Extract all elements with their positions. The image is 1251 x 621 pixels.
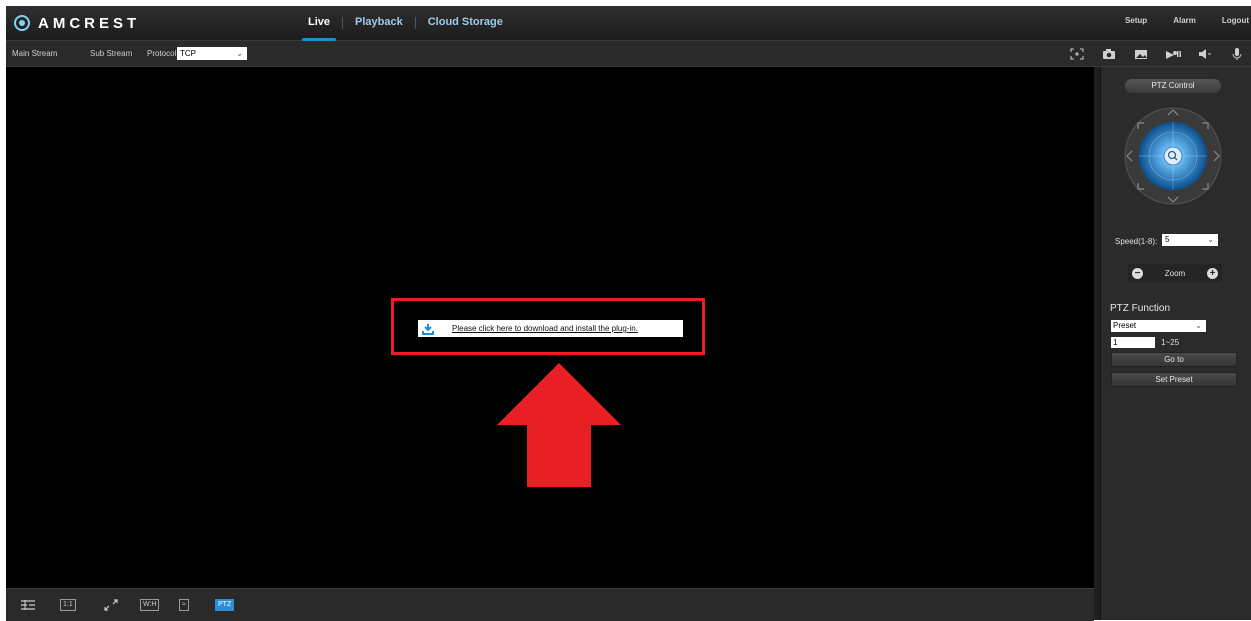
zoom-out-icon[interactable]: − bbox=[1132, 267, 1143, 279]
protocol-select[interactable]: TCP ⌄ bbox=[177, 47, 247, 60]
set-preset-button[interactable]: Set Preset bbox=[1111, 372, 1237, 387]
chevron-down-icon: ⌄ bbox=[236, 49, 243, 58]
download-icon bbox=[418, 323, 438, 335]
video-bottom-bar: 1:1 W:H ≈ PTZ bbox=[6, 588, 1094, 621]
top-bar: AMCREST Live Playback Cloud Storage Setu… bbox=[6, 6, 1251, 41]
stream-toolbar: Main Stream Sub Stream Protocol TCP ⌄ bbox=[6, 41, 1251, 67]
logo-text: AMCREST bbox=[38, 14, 141, 32]
goto-preset-button[interactable]: Go to bbox=[1111, 352, 1237, 367]
ptz-toggle-button[interactable]: PTZ bbox=[215, 599, 235, 611]
speed-value: 5 bbox=[1165, 235, 1170, 244]
amcrest-logo: AMCREST bbox=[14, 12, 140, 34]
fullscreen-icon[interactable] bbox=[104, 599, 118, 611]
video-viewport: Please click here to download and instal… bbox=[6, 67, 1094, 588]
plugin-download-link[interactable]: Please click here to download and instal… bbox=[452, 324, 638, 333]
microphone-icon[interactable] bbox=[1223, 45, 1251, 63]
zoom-in-icon[interactable]: + bbox=[1206, 267, 1218, 279]
aspect-ratio-label: W:H bbox=[140, 599, 160, 611]
app-window: AMCREST Live Playback Cloud Storage Setu… bbox=[6, 6, 1251, 621]
split-screen-icon[interactable] bbox=[20, 599, 36, 611]
ptz-function-value: Preset bbox=[1113, 321, 1137, 330]
logout-link[interactable]: Logout bbox=[1222, 16, 1249, 25]
preset-number-value: 1 bbox=[1113, 338, 1118, 347]
logo-icon bbox=[14, 15, 30, 31]
main-stream-button[interactable]: Main Stream bbox=[12, 49, 57, 58]
fisheye-glyph: ≈ bbox=[179, 599, 189, 611]
ptz-toggle-label: PTZ bbox=[215, 599, 235, 611]
speed-label: Speed(1-8): bbox=[1115, 237, 1158, 246]
top-right-links: Setup Alarm Logout bbox=[1125, 16, 1251, 25]
alarm-link[interactable]: Alarm bbox=[1173, 16, 1196, 25]
chevron-down-icon: ⌄ bbox=[1207, 235, 1214, 244]
chevron-down-icon: ⌄ bbox=[1195, 321, 1202, 330]
zoom-label: Zoom bbox=[1164, 268, 1186, 278]
preset-number-input[interactable]: 1 bbox=[1111, 337, 1155, 348]
ptz-function-title: PTZ Function bbox=[1110, 303, 1171, 314]
protocol-value: TCP bbox=[180, 49, 196, 58]
nav-playback[interactable]: Playback bbox=[343, 6, 415, 40]
plugin-download-bar[interactable]: Please click here to download and instal… bbox=[418, 320, 683, 337]
preset-range-text: 1~25 bbox=[1161, 338, 1180, 347]
speed-select[interactable]: 5 ⌄ bbox=[1162, 234, 1218, 246]
zoom-region-icon[interactable] bbox=[1063, 45, 1091, 63]
protocol-label: Protocol bbox=[147, 49, 177, 58]
fisheye-icon[interactable]: ≈ bbox=[179, 599, 189, 611]
ptz-joystick[interactable] bbox=[1124, 107, 1222, 205]
setup-link[interactable]: Setup bbox=[1125, 16, 1147, 25]
zoom-control: − Zoom + bbox=[1128, 264, 1222, 282]
snapshot-icon[interactable] bbox=[1095, 45, 1123, 63]
ratio-label: 1:1 bbox=[60, 599, 76, 611]
nav-cloud-storage[interactable]: Cloud Storage bbox=[416, 6, 515, 40]
aspect-ratio-button[interactable]: W:H bbox=[140, 599, 160, 611]
nav-live[interactable]: Live bbox=[296, 6, 342, 41]
sub-stream-button[interactable]: Sub Stream bbox=[90, 49, 132, 58]
record-icon[interactable] bbox=[1159, 45, 1187, 63]
audio-icon[interactable] bbox=[1191, 45, 1219, 63]
ptz-control-title: PTZ Control bbox=[1125, 79, 1221, 93]
main-nav: Live Playback Cloud Storage bbox=[296, 6, 515, 41]
triple-snapshot-icon[interactable] bbox=[1127, 45, 1155, 63]
ptz-panel: PTZ Control Speed(1-8): 5 ⌄ − Zoom + PTZ… bbox=[1100, 67, 1251, 620]
original-ratio-button[interactable]: 1:1 bbox=[60, 599, 76, 611]
toolbar-icons bbox=[1059, 45, 1251, 63]
ptz-function-select[interactable]: Preset ⌄ bbox=[1111, 320, 1206, 332]
red-arrow-annotation bbox=[497, 363, 621, 487]
